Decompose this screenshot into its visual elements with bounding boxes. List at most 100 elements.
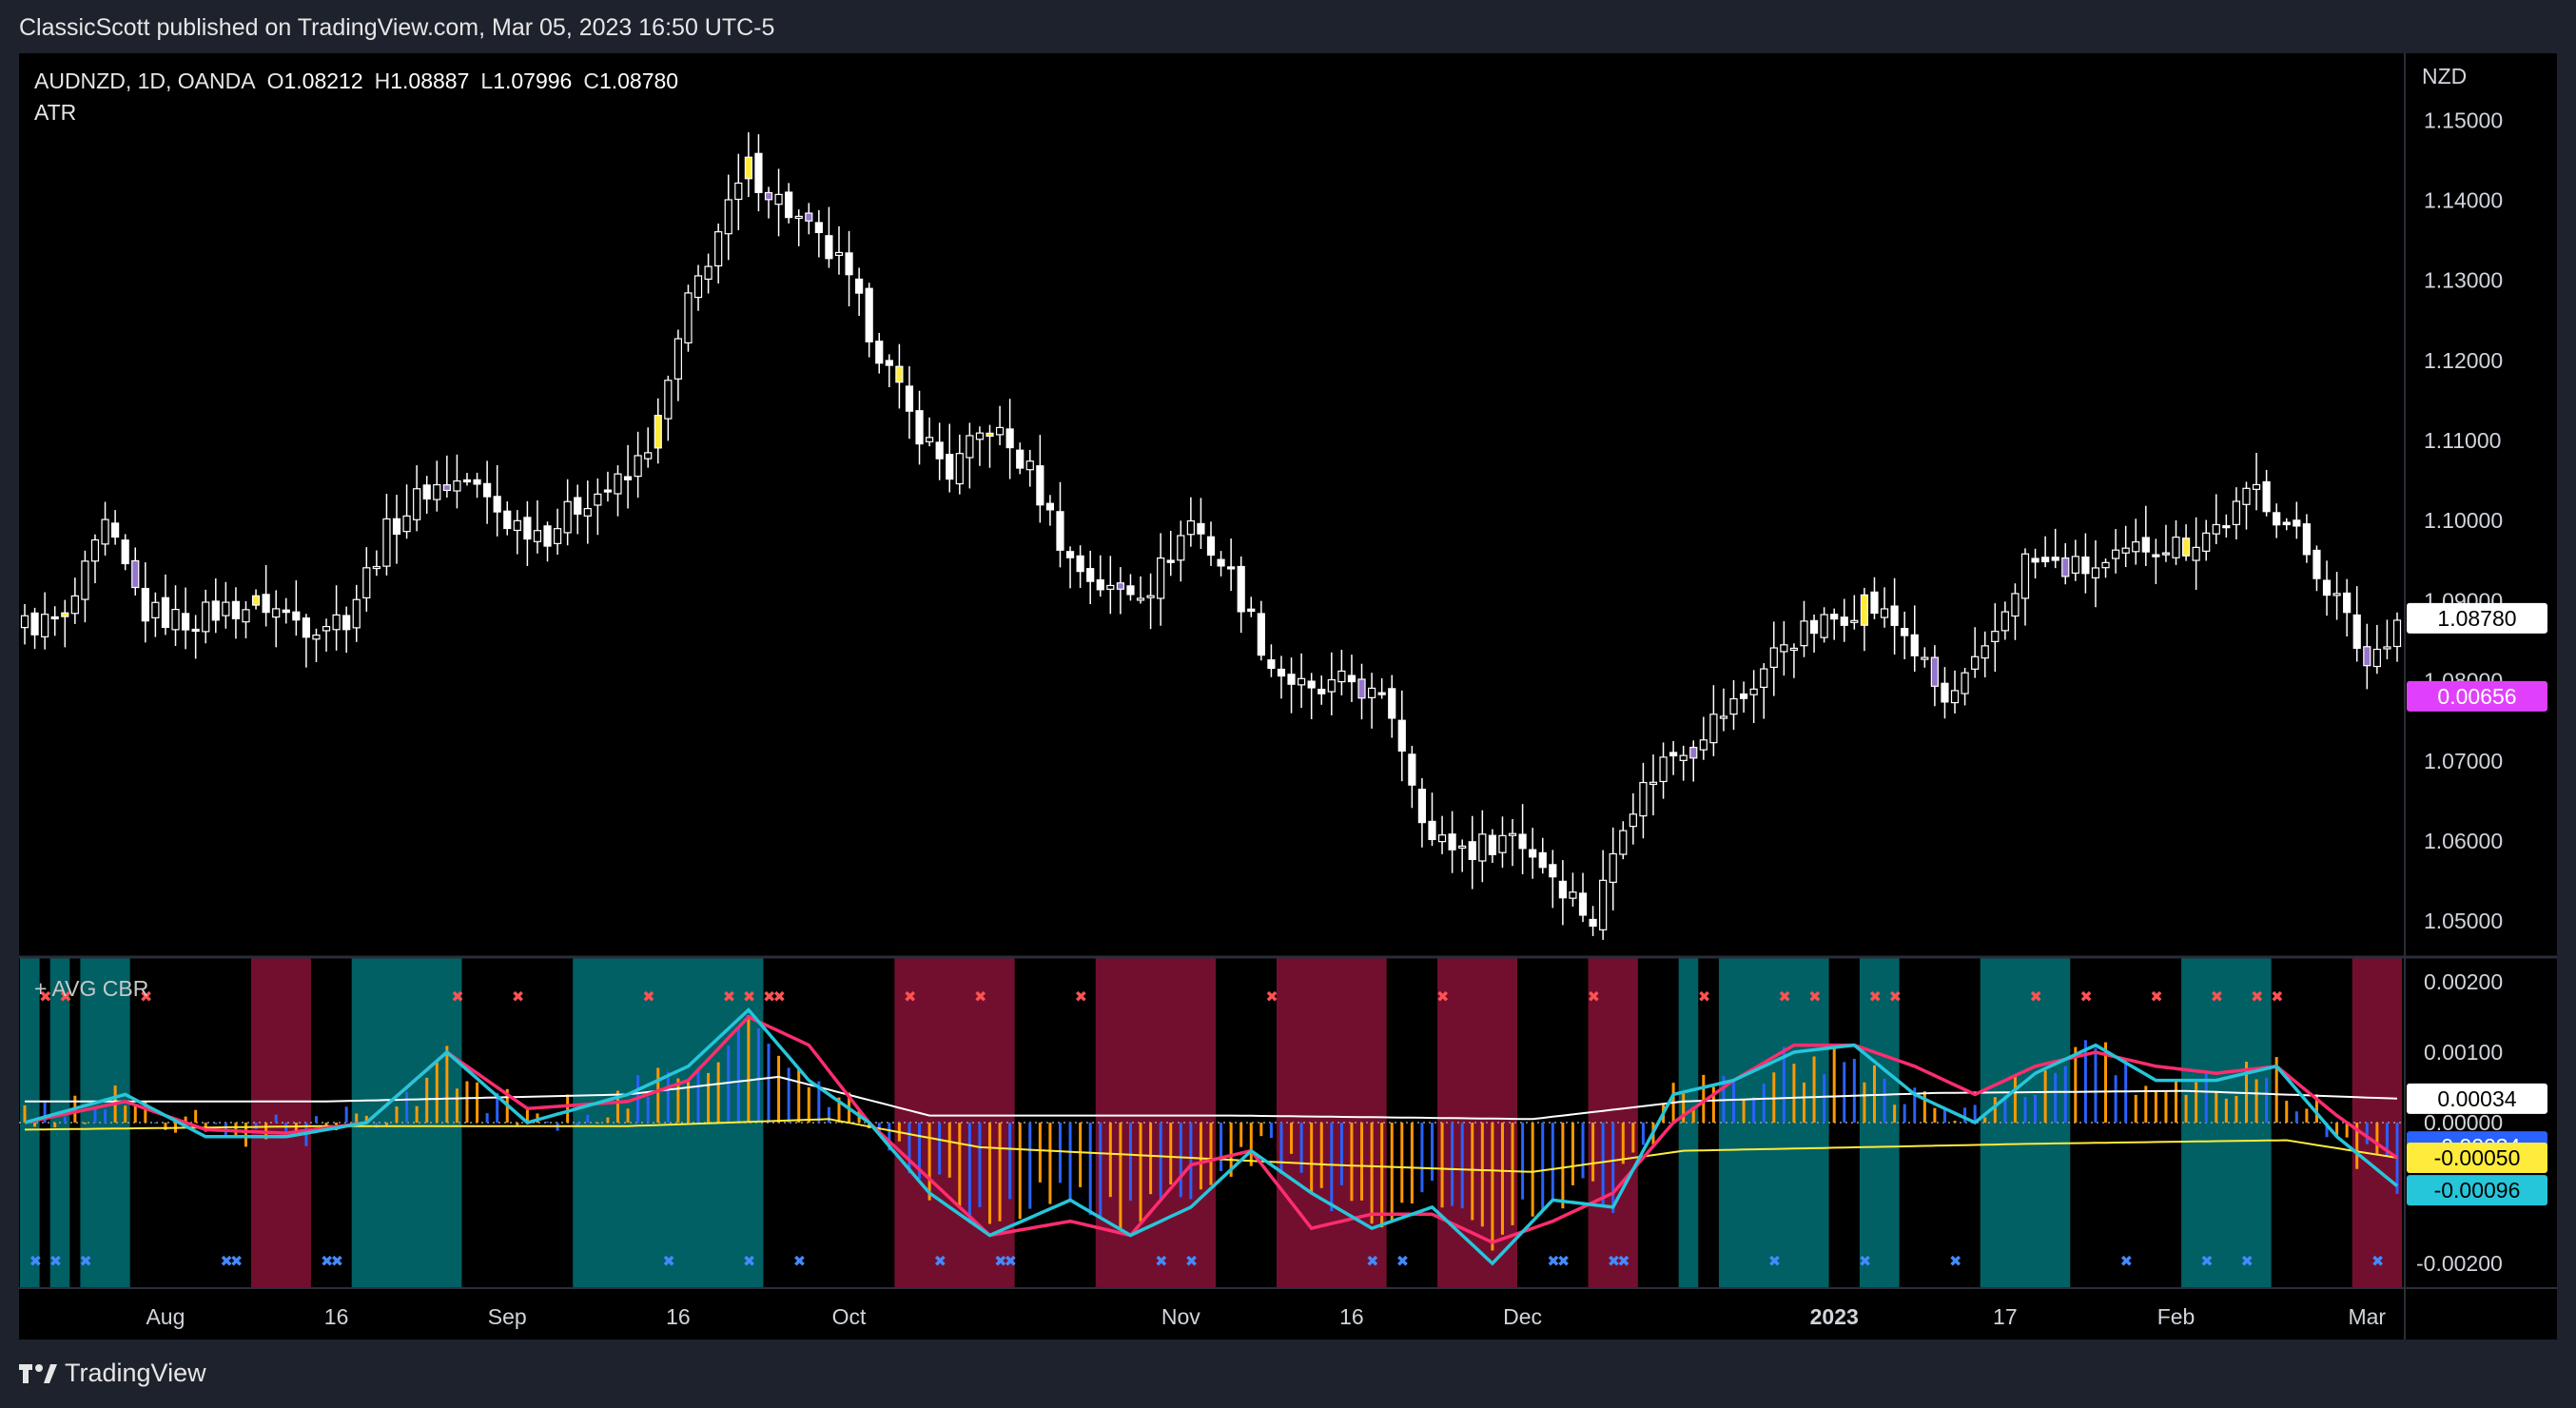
hist-bar-177 — [1803, 1082, 1805, 1123]
candle-body-77 — [794, 215, 803, 220]
candle-body-177 — [1800, 620, 1808, 647]
candle-body-144 — [1468, 841, 1476, 861]
hist-bar-107 — [1099, 1123, 1103, 1217]
candle-body-197 — [2000, 611, 2009, 632]
hist-bar-149 — [1521, 1123, 1525, 1200]
candle-body-23 — [251, 595, 261, 606]
hist-bar-105 — [1079, 1123, 1083, 1187]
hist-bar-88 — [907, 1123, 911, 1174]
candle-body-130 — [1327, 678, 1336, 693]
candle-body-80 — [825, 235, 833, 260]
hist-bar-203 — [2063, 1066, 2067, 1123]
candle-body-113 — [1157, 557, 1165, 599]
candle-body-148 — [1508, 832, 1517, 836]
candle-body-225 — [2282, 521, 2291, 526]
candle-body-78 — [805, 212, 813, 222]
hist-bar-110 — [1128, 1123, 1132, 1202]
hist-bar-60 — [626, 1108, 630, 1123]
hist-bar-195 — [1983, 1117, 1987, 1123]
hist-bar-126 — [1290, 1123, 1294, 1154]
hist-bar-49 — [516, 1123, 519, 1125]
top-marker-21: ✖ — [2030, 989, 2042, 1006]
candle-body-120 — [1227, 566, 1236, 570]
hist-bar-158 — [1611, 1123, 1615, 1214]
chart-frame[interactable]: NZD 1.15000 1.14000 1.13000 1.12000 1.11000 1.… — [19, 53, 2557, 1340]
hist-bar-143 — [1460, 1123, 1464, 1209]
candle-body-88 — [905, 385, 914, 412]
hist-bar-25 — [274, 1114, 278, 1123]
hist-bar-213 — [2164, 1092, 2168, 1123]
hist-bar-141 — [1440, 1123, 1444, 1208]
hist-bar-208 — [2114, 1075, 2117, 1123]
candle-body-74 — [764, 191, 773, 201]
hist-bar-127 — [1299, 1123, 1303, 1173]
candle-body-204 — [2071, 556, 2079, 574]
candle-body-145 — [1478, 833, 1487, 862]
hist-bar-97 — [998, 1123, 1002, 1222]
top-marker-26: ✖ — [2271, 989, 2283, 1006]
candle-body-158 — [1609, 852, 1617, 883]
publisher-text: ClassicScott published on TradingView.co… — [19, 14, 775, 41]
hist-bar-124 — [1269, 1123, 1273, 1139]
candle-body-141 — [1437, 834, 1447, 843]
candle-body-173 — [1760, 668, 1768, 689]
candle-body-161 — [1639, 781, 1648, 817]
hist-bar-180 — [1832, 1045, 1836, 1123]
hist-bar-135 — [1380, 1123, 1384, 1228]
hist-bar-52 — [546, 1121, 550, 1123]
candle-body-22 — [242, 609, 250, 623]
candle-body-116 — [1186, 519, 1195, 536]
candle-body-224 — [2273, 512, 2281, 526]
hist-bar-41 — [435, 1060, 439, 1123]
candle-body-193 — [1961, 672, 1969, 694]
top-marker-7: ✖ — [743, 989, 755, 1006]
hist-bar-74 — [767, 1044, 771, 1123]
candle-body-119 — [1217, 558, 1225, 567]
candle-body-17 — [191, 628, 200, 633]
top-marker-9: ✖ — [773, 989, 786, 1006]
candle-body-199 — [2020, 553, 2030, 599]
time-tick-9: 17 — [1993, 1304, 2018, 1329]
candle-body-14 — [161, 596, 170, 629]
hist-bar-71 — [736, 1027, 740, 1123]
time-tick-6: 16 — [1339, 1304, 1364, 1329]
candle-body-51 — [533, 530, 542, 542]
candle-body-19 — [211, 600, 220, 621]
candle-body-172 — [1749, 688, 1758, 695]
candle-body-142 — [1448, 833, 1456, 851]
candle-body-179 — [1820, 614, 1828, 638]
hist-bar-77 — [797, 1068, 801, 1123]
tradingview-logo-icon — [19, 1363, 57, 1383]
candle-body-24 — [262, 594, 270, 614]
hist-bar-19 — [214, 1123, 218, 1124]
hist-bar-115 — [1179, 1123, 1182, 1198]
candle-body-37 — [392, 518, 401, 536]
candle-body-90 — [926, 437, 934, 442]
hist-bar-62 — [646, 1097, 650, 1123]
hist-bar-182 — [1852, 1058, 1856, 1123]
ind-tick-0: 0.00200 — [2424, 969, 2503, 994]
brand-logo[interactable]: TradingView — [19, 1359, 206, 1388]
candle-body-178 — [1809, 619, 1819, 635]
hist-bar-114 — [1169, 1123, 1173, 1185]
hist-bar-220 — [2234, 1095, 2238, 1123]
candle-body-227 — [2302, 523, 2311, 556]
candle-body-210 — [2132, 541, 2140, 553]
atr-label-text: 0.00656 — [2437, 684, 2516, 709]
candle-body-10 — [121, 539, 129, 565]
candle-body-34 — [362, 567, 371, 599]
top-marker-5: ✖ — [642, 989, 654, 1006]
hist-bar-146 — [1491, 1123, 1494, 1251]
hist-bar-210 — [2134, 1094, 2137, 1123]
hist-bar-134 — [1370, 1123, 1374, 1224]
bottom-marker-2: ✖ — [79, 1254, 91, 1270]
candle-body-13 — [151, 601, 160, 618]
hist-bar-108 — [1108, 1123, 1112, 1198]
hist-bar-183 — [1863, 1082, 1866, 1123]
hist-bar-69 — [716, 1062, 720, 1123]
hist-bar-156 — [1591, 1123, 1595, 1182]
candle-body-15 — [171, 608, 180, 631]
chart-svg[interactable]: NZD 1.15000 1.14000 1.13000 1.12000 1.11000 1.… — [19, 53, 2557, 1340]
hist-bar-116 — [1189, 1123, 1193, 1200]
candle-body-189 — [1921, 656, 1929, 660]
